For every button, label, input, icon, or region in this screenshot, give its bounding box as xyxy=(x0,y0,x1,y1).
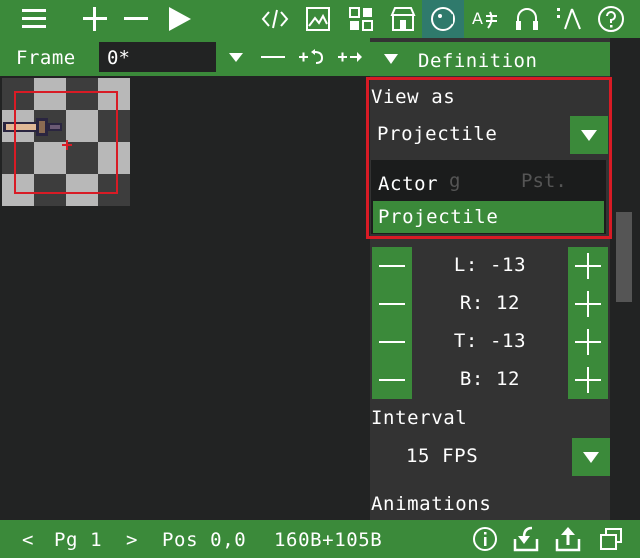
info-icon[interactable] xyxy=(468,520,502,558)
bound-row-top: T: -13 xyxy=(370,323,610,361)
svg-text:A: A xyxy=(472,9,483,28)
dropdown-icon[interactable] xyxy=(222,38,250,76)
store-icon[interactable] xyxy=(384,0,422,38)
memory-usage: 160B+105B xyxy=(274,529,383,551)
window-icon[interactable] xyxy=(594,520,628,558)
bound-right-value: R: 12 xyxy=(459,292,521,314)
page-indicator: Pg 1 xyxy=(54,529,103,551)
bound-row-left: L: -13 xyxy=(370,247,610,285)
increase-bottom-button[interactable] xyxy=(568,361,608,399)
text-icon[interactable]: A xyxy=(466,0,504,38)
add-before-icon[interactable] xyxy=(294,38,328,76)
definition-title: Definition xyxy=(418,50,538,72)
help-icon[interactable] xyxy=(592,0,630,38)
interval-select[interactable]: 15 FPS xyxy=(372,438,610,476)
interval-value: 15 FPS xyxy=(406,445,479,467)
audio-icon[interactable] xyxy=(508,0,546,38)
increase-right-button[interactable] xyxy=(568,285,608,323)
frame-field[interactable]: 0* xyxy=(99,42,216,72)
bound-row-right: R: 12 xyxy=(370,285,610,323)
interval-arrow-icon[interactable] xyxy=(572,438,610,476)
frame-value: 0* xyxy=(107,47,130,69)
increase-left-button[interactable] xyxy=(568,247,608,285)
sprite-canvas[interactable] xyxy=(0,76,370,520)
status-bar: < Pg 1 > Pos 0,0 160B+105B xyxy=(0,520,640,558)
decrease-top-button[interactable] xyxy=(372,323,412,361)
frame-label: Frame xyxy=(16,47,76,69)
export-icon[interactable] xyxy=(550,520,586,558)
bound-bottom-value: B: 12 xyxy=(459,368,521,390)
minus-icon[interactable] xyxy=(256,38,290,76)
main-toolbar: A xyxy=(0,0,640,38)
code-icon[interactable] xyxy=(256,0,294,38)
animations-label: Animations xyxy=(371,493,492,515)
decrease-bottom-button[interactable] xyxy=(372,361,412,399)
play-icon[interactable] xyxy=(160,0,198,38)
tiles-icon[interactable] xyxy=(342,0,380,38)
next-page-button[interactable]: > xyxy=(126,529,138,551)
add-icon[interactable] xyxy=(76,0,114,38)
map-icon[interactable] xyxy=(548,0,588,38)
collapse-icon xyxy=(384,54,398,64)
remove-icon[interactable] xyxy=(118,0,154,38)
menu-icon[interactable] xyxy=(14,0,54,38)
increase-top-button[interactable] xyxy=(568,323,608,361)
frame-bar: Frame 0* xyxy=(0,38,370,76)
prev-page-button[interactable]: < xyxy=(22,529,34,551)
bound-row-bottom: B: 12 xyxy=(370,361,610,399)
panel-scrollbar-thumb[interactable] xyxy=(616,212,632,302)
import-icon[interactable] xyxy=(508,520,544,558)
focus-highlight xyxy=(366,77,612,239)
definition-header[interactable]: Definition xyxy=(370,42,610,76)
image-icon[interactable] xyxy=(300,0,336,38)
bound-left-value: L: -13 xyxy=(453,254,527,276)
add-after-icon[interactable] xyxy=(332,38,368,76)
decrease-left-button[interactable] xyxy=(372,247,412,285)
interval-label: Interval xyxy=(371,407,468,429)
decrease-right-button[interactable] xyxy=(372,285,412,323)
bound-top-value: T: -13 xyxy=(453,330,527,352)
cursor-position: Pos 0,0 xyxy=(162,529,247,551)
actor-icon[interactable] xyxy=(422,0,464,38)
origin-marker-icon xyxy=(62,140,72,150)
sprite-preview[interactable] xyxy=(0,76,131,207)
